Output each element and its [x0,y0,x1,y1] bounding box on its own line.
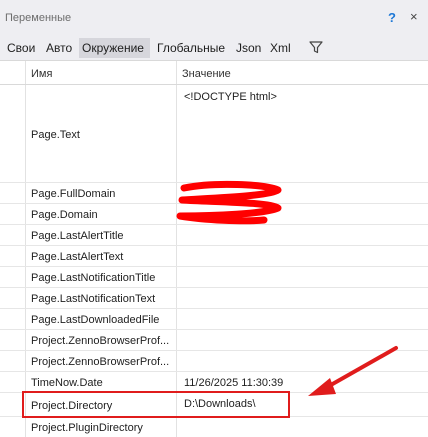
variable-name: Project.PluginDirectory [31,422,143,434]
variable-name: Page.FullDomain [31,188,116,200]
table-row[interactable]: Page.LastNotificationText [0,288,428,309]
variable-name: Page.Domain [31,209,98,221]
panel-title: Переменные [5,12,72,24]
tab-bar: Свои Авто Окружение Глобальные Json Xml [0,34,428,60]
variable-name: Page.LastAlertText [31,251,124,263]
tab-json[interactable]: Json [233,38,264,58]
variable-name: Project.ZennoBrowserProf... [31,335,170,347]
tab-globalnye[interactable]: Глобальные [154,38,228,58]
variable-name: Project.ZennoBrowserProf... [31,356,170,368]
tab-svoi[interactable]: Свои [4,38,38,58]
tab-xml[interactable]: Xml [267,38,294,58]
variable-name: Page.LastAlertTitle [31,230,124,242]
variable-name: TimeNow.Date [31,377,103,389]
variable-name: Page.LastNotificationText [31,293,156,305]
table-row[interactable]: Page.LastNotificationTitle [0,267,428,288]
variable-name: Page.LastDownloadedFile [31,314,160,326]
column-header-value[interactable]: Значение [182,68,231,80]
redaction-scribble [176,180,282,225]
grid-header: Имя Значение [0,61,428,85]
close-button[interactable]: × [410,9,418,24]
table-row[interactable]: Page.LastDownloadedFile [0,309,428,330]
variable-name: Page.LastNotificationTitle [31,272,156,284]
panel-titlebar: Переменные ? × [0,0,428,34]
variable-value: <!DOCTYPE html> [184,91,277,103]
filter-icon[interactable] [308,39,324,55]
tab-avto[interactable]: Авто [43,38,75,58]
help-button[interactable]: ? [388,10,396,25]
table-row[interactable]: Page.LastAlertTitle [0,225,428,246]
table-row[interactable]: Page.Text <!DOCTYPE html> [0,85,428,183]
table-row[interactable]: Page.LastAlertText [0,246,428,267]
highlight-box [22,391,290,418]
variable-name: Page.Text [31,129,80,141]
annotation-arrow-icon [308,346,398,396]
variable-value: 11/26/2025 11:30:39 [184,377,284,389]
table-row[interactable]: Project.PluginDirectory [0,417,428,437]
tab-okruzhenie[interactable]: Окружение [79,38,150,58]
column-header-name[interactable]: Имя [31,68,52,80]
